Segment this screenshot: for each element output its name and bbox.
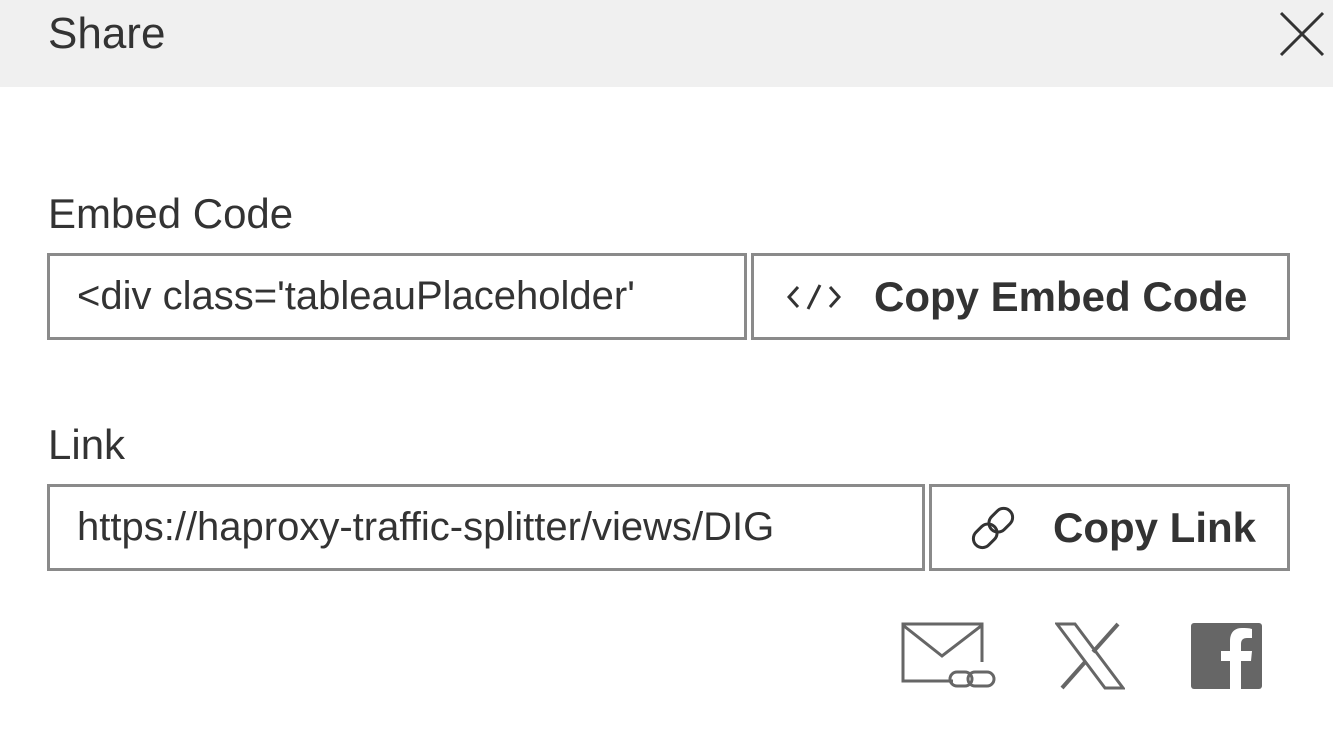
copy-link-label: Copy Link bbox=[1053, 503, 1257, 551]
email-link-icon[interactable] bbox=[900, 620, 1000, 697]
embed-code-label: Embed Code bbox=[48, 190, 294, 237]
copy-link-button[interactable]: Copy Link bbox=[929, 484, 1290, 571]
link-field[interactable]: https://haproxy-traffic-splitter/views/D… bbox=[47, 484, 925, 571]
copy-embed-code-label: Copy Embed Code bbox=[874, 272, 1248, 320]
share-dialog: Share Embed Code <div class='tableauPlac… bbox=[0, 0, 1333, 742]
copy-embed-code-button[interactable]: Copy Embed Code bbox=[751, 253, 1290, 340]
chain-link-icon bbox=[967, 502, 1019, 554]
dialog-header: Share bbox=[0, 0, 1333, 87]
link-label: Link bbox=[48, 421, 126, 468]
code-brackets-icon bbox=[787, 282, 841, 312]
facebook-logo-icon[interactable] bbox=[1191, 623, 1263, 695]
dialog-title: Share bbox=[48, 9, 166, 58]
embed-code-field[interactable]: <div class='tableauPlaceholder' bbox=[47, 253, 747, 340]
x-logo-icon[interactable] bbox=[1054, 622, 1126, 695]
close-icon[interactable] bbox=[1277, 9, 1327, 59]
